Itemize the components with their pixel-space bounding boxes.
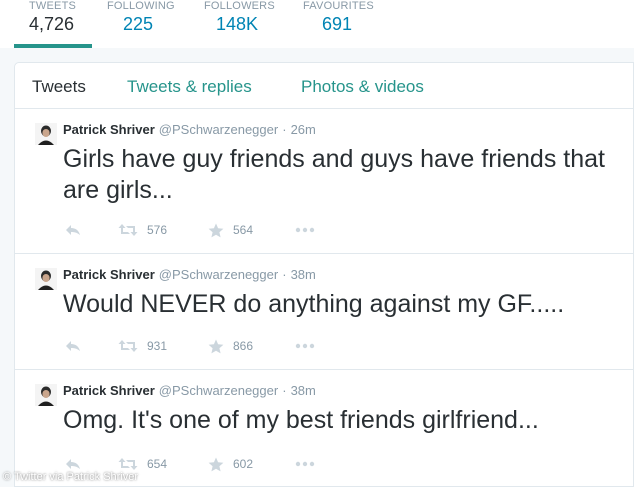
tweet-timestamp[interactable]: 26m [291,122,316,137]
tweet-text: Girls have guy friends and guys have fri… [63,145,605,204]
stat-followers-label: FOLLOWERS [204,0,275,12]
stat-followers-value: 148K [216,14,259,34]
tab-tweets[interactable]: Tweets [32,77,86,97]
stat-tweets-value: 4,726 [29,14,75,34]
separator: · [282,383,287,398]
tab-tweets-replies[interactable]: Tweets & replies [127,77,252,97]
tweet-header: Patrick Shriver @PSchwarzenegger · 38m [63,383,316,398]
tweet-header: Patrick Shriver @PSchwarzenegger · 38m [63,267,316,282]
favorite-button[interactable]: 866 [208,338,253,354]
stat-favourites-label: FAVOURITES [303,0,374,12]
favorite-button[interactable]: 602 [208,456,253,472]
timeline-card: Tweets Tweets & replies Photos & videos … [14,62,634,487]
favorite-button[interactable]: 564 [208,222,253,238]
profile-stats-bar: TWEETS 4,726 FOLLOWING 225 FOLLOWERS 148… [0,0,634,48]
retweet-count: 654 [147,457,168,471]
stat-following-label: FOLLOWING [107,0,175,12]
retweet-button[interactable]: 931 [118,338,167,354]
more-button[interactable] [295,338,315,354]
tweet[interactable]: Patrick Shriver @PSchwarzenegger · 26m Girl… [15,109,633,254]
star-icon [208,223,224,237]
tweet[interactable]: Patrick Shriver @PSchwarzenegger · 38m Woul… [15,254,633,370]
tweet-header: Patrick Shriver @PSchwarzenegger · 26m [63,122,316,137]
favorite-count: 866 [233,339,254,353]
author-handle[interactable]: @PSchwarzenegger [159,122,278,137]
more-icon [295,461,315,467]
separator: · [282,267,287,282]
stat-following-value: 225 [123,14,154,34]
tweet-text: Omg. It's one of my best friends girlfri… [63,406,539,434]
reply-icon [66,459,80,469]
reply-icon [66,341,80,351]
author-name[interactable]: Patrick Shriver [63,267,155,282]
star-icon [208,339,224,353]
star-icon [208,457,224,471]
reply-button[interactable] [65,456,81,472]
timeline-tabs: Tweets Tweets & replies Photos & videos [15,63,633,109]
avatar[interactable] [35,123,57,145]
reply-button[interactable] [65,222,81,238]
retweet-count: 931 [147,339,168,353]
avatar[interactable] [35,268,57,290]
author-name[interactable]: Patrick Shriver [63,383,155,398]
tweet-timestamp[interactable]: 38m [291,267,316,282]
more-button[interactable] [295,456,315,472]
reply-button[interactable] [65,338,81,354]
more-button[interactable] [295,222,315,238]
author-handle[interactable]: @PSchwarzenegger [159,383,278,398]
active-tab-indicator [14,44,92,48]
retweet-icon [118,224,138,236]
tweet-text: Would NEVER do anything against my GF...… [63,290,565,318]
retweet-count: 576 [147,223,168,237]
stat-favourites-value: 691 [322,14,353,34]
reply-icon [66,225,80,235]
stat-tweets-label: TWEETS [29,0,77,12]
author-name[interactable]: Patrick Shriver [63,122,155,137]
retweet-icon [118,340,138,352]
image-credit: © Twitter via Patrick Shriver [3,471,139,483]
retweet-button[interactable]: 654 [118,456,167,472]
avatar[interactable] [35,384,57,406]
favorite-count: 602 [233,457,254,471]
retweet-icon [118,458,138,470]
tab-photos-videos[interactable]: Photos & videos [301,77,424,97]
retweet-button[interactable]: 576 [118,222,167,238]
more-icon [295,343,315,349]
tweet[interactable]: Patrick Shriver @PSchwarzenegger · 38m Omg.… [15,370,633,486]
favorite-count: 564 [233,223,254,237]
author-handle[interactable]: @PSchwarzenegger [159,267,278,282]
tweet-timestamp[interactable]: 38m [291,383,316,398]
separator: · [282,122,287,137]
more-icon [295,227,315,233]
